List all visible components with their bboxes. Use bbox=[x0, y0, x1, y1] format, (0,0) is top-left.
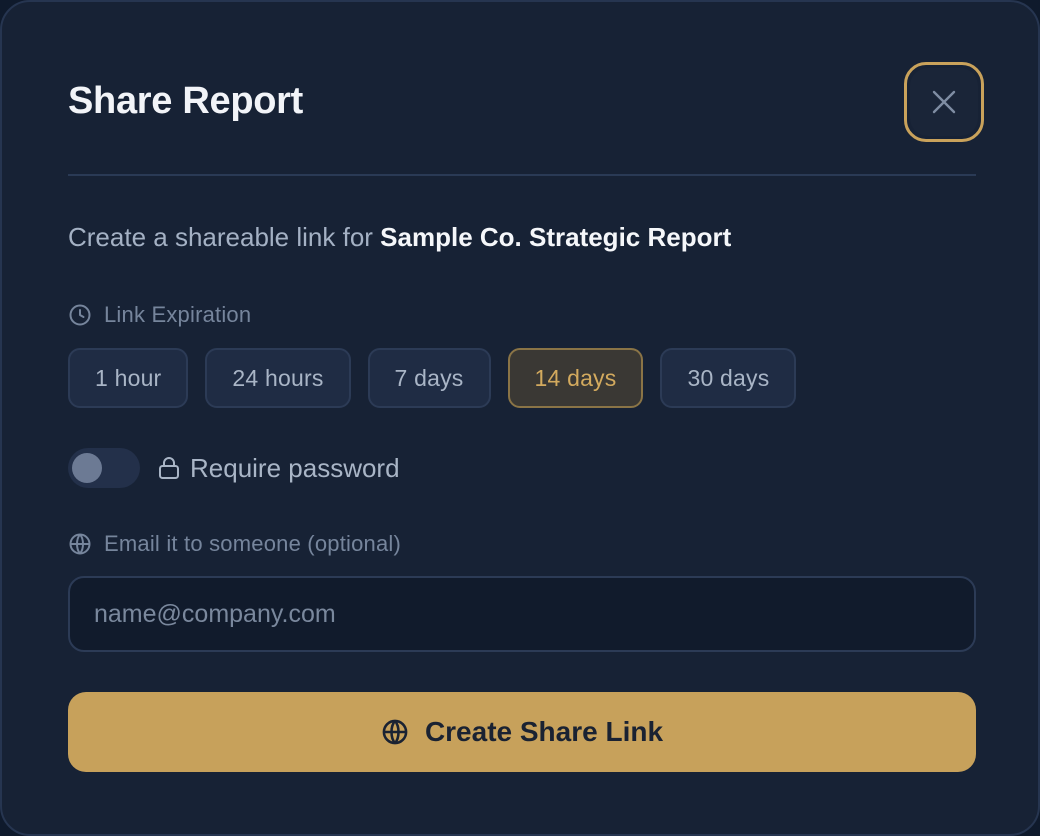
password-row: Require password bbox=[68, 448, 400, 488]
share-report-dialog: Share Report Create a shareable link for… bbox=[0, 0, 1040, 836]
password-label-text: Require password bbox=[190, 452, 400, 483]
dialog-title: Share Report bbox=[68, 80, 304, 122]
expiration-label-text: Link Expiration bbox=[104, 302, 252, 327]
email-input[interactable] bbox=[68, 576, 976, 652]
globe-icon bbox=[382, 719, 408, 745]
expiration-options: 1 hour 24 hours 7 days 14 days 30 days bbox=[68, 348, 797, 408]
expiration-option-14-days[interactable]: 14 days bbox=[507, 348, 644, 408]
report-name: Sample Co. Strategic Report bbox=[380, 222, 732, 252]
subtitle-prefix: Create a shareable link for bbox=[68, 222, 381, 252]
create-share-link-label: Create Share Link bbox=[424, 716, 664, 747]
expiration-label: Link Expiration bbox=[68, 302, 251, 328]
toggle-knob bbox=[72, 453, 102, 483]
lock-icon bbox=[159, 457, 179, 479]
password-label: Require password bbox=[158, 453, 400, 484]
expiration-option-1-hour[interactable]: 1 hour bbox=[68, 348, 189, 408]
email-label: Email it to someone (optional) bbox=[68, 531, 401, 557]
close-button[interactable] bbox=[904, 62, 984, 142]
expiration-option-30-days[interactable]: 30 days bbox=[660, 348, 797, 408]
header-divider bbox=[68, 174, 976, 176]
globe-icon bbox=[69, 533, 91, 555]
create-share-link-button[interactable]: Create Share Link bbox=[68, 692, 976, 772]
password-toggle[interactable] bbox=[68, 448, 140, 488]
clock-icon bbox=[69, 304, 91, 326]
expiration-option-24-hours[interactable]: 24 hours bbox=[205, 348, 351, 408]
dialog-subtitle: Create a shareable link for Sample Co. S… bbox=[68, 222, 731, 253]
close-icon bbox=[932, 90, 956, 114]
expiration-option-7-days[interactable]: 7 days bbox=[367, 348, 491, 408]
email-label-text: Email it to someone (optional) bbox=[104, 531, 402, 556]
